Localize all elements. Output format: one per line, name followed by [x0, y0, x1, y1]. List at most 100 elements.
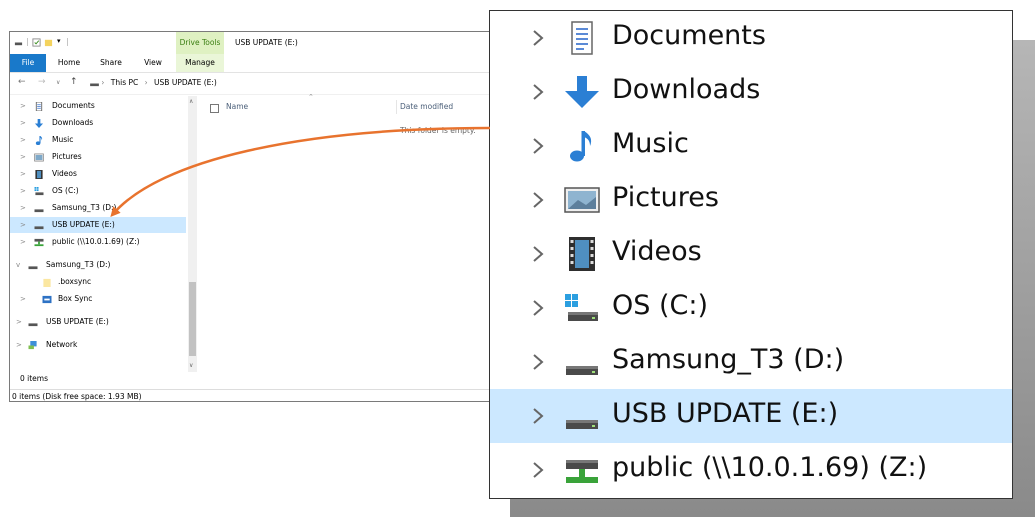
network-icon	[28, 341, 37, 350]
chevron-right-icon[interactable]	[528, 190, 548, 210]
drive-icon	[566, 420, 598, 429]
chevron-right-icon[interactable]: >	[16, 337, 22, 353]
zoom-item-os-drive[interactable]: OS (C:)	[490, 281, 1012, 335]
zoom-item-documents[interactable]: Documents	[490, 11, 1012, 65]
drive-icon	[566, 366, 598, 375]
nav-scrollbar[interactable]: ∧ ∨	[188, 96, 197, 372]
chevron-right-icon[interactable]	[528, 298, 548, 318]
chevron-right-icon[interactable]: >	[20, 132, 26, 148]
os-drive-icon	[34, 187, 44, 196]
tab-view[interactable]: View	[138, 54, 168, 72]
documents-icon	[571, 21, 593, 55]
status-item-count: 0 items	[20, 374, 49, 383]
tab-share[interactable]: Share	[96, 54, 126, 72]
nav-item-public-network-drive[interactable]: > public (\\10.0.1.69) (Z:)	[14, 234, 184, 250]
nav-item-samsung-t3[interactable]: > Samsung_T3 (D:)	[14, 200, 184, 216]
drive-icon	[28, 266, 38, 270]
recent-locations-icon[interactable]: ∨	[56, 79, 60, 86]
nav-item-pictures[interactable]: > Pictures	[14, 149, 184, 165]
customize-toolbar-icon[interactable]: ▾	[57, 37, 61, 45]
pictures-icon	[34, 153, 44, 162]
back-arrow-icon[interactable]: ←	[18, 77, 26, 87]
chevron-right-icon[interactable]: >	[20, 149, 26, 165]
scroll-down-icon[interactable]: ∨	[189, 362, 193, 369]
nav-item-documents[interactable]: > Documents	[14, 98, 184, 114]
nav-item-music[interactable]: > Music	[14, 132, 184, 148]
chevron-right-icon[interactable]	[528, 136, 548, 156]
zoom-item-usb-update[interactable]: USB UPDATE (E:)	[490, 389, 1012, 443]
videos-icon	[35, 170, 43, 179]
os-drive-icon	[565, 294, 598, 321]
zoom-item-public-network-drive[interactable]: public (\\10.0.1.69) (Z:)	[490, 443, 1012, 497]
chevron-right-icon[interactable]: >	[20, 98, 26, 114]
breadcrumb: › This PC › USB UPDATE (E:)	[90, 78, 221, 87]
documents-icon	[35, 102, 43, 111]
tab-home[interactable]: Home	[54, 54, 84, 72]
nav-item-downloads[interactable]: > Downloads	[14, 115, 184, 131]
chevron-right-icon[interactable]: >	[16, 314, 22, 330]
chevron-right-icon[interactable]	[528, 82, 548, 102]
chevron-right-icon[interactable]	[528, 28, 548, 48]
tab-file[interactable]: File	[10, 54, 46, 72]
nav-item-videos[interactable]: > Videos	[14, 166, 184, 182]
properties-icon[interactable]	[32, 38, 41, 47]
chevron-right-icon[interactable]: >	[20, 183, 26, 199]
zoom-item-downloads[interactable]: Downloads	[490, 65, 1012, 119]
breadcrumb-usb-update[interactable]: USB UPDATE (E:)	[154, 78, 217, 87]
drive-icon	[90, 83, 99, 86]
downloads-icon	[565, 76, 599, 108]
zoomed-navigation-pane: Documents Downloads Music Pictures Video…	[489, 10, 1013, 499]
music-icon	[35, 136, 43, 145]
nav-item-network[interactable]: > Network	[14, 337, 184, 353]
nav-item-box-sync[interactable]: > Box Sync	[14, 291, 184, 307]
drive-icon	[28, 323, 38, 327]
ribbon-tabs: File Home Share View Manage	[10, 54, 494, 73]
chevron-right-icon[interactable]	[528, 460, 548, 480]
chevron-right-icon[interactable]: >	[20, 217, 26, 233]
nav-item-samsung-t3-expanded[interactable]: v Samsung_T3 (D:)	[14, 257, 184, 273]
chevron-right-icon[interactable]: >	[20, 234, 26, 250]
empty-folder-message: This folder is empty.	[400, 126, 476, 135]
zoom-item-pictures[interactable]: Pictures	[490, 173, 1012, 227]
drive-tools-context-tab[interactable]: Drive Tools	[176, 32, 224, 54]
chevron-right-icon[interactable]	[528, 244, 548, 264]
new-folder-icon[interactable]	[44, 38, 53, 47]
scroll-up-icon[interactable]: ∧	[189, 98, 193, 105]
chevron-right-icon[interactable]: >	[20, 166, 26, 182]
nav-item-os-drive[interactable]: > OS (C:)	[14, 183, 184, 199]
zoom-item-videos[interactable]: Videos	[490, 227, 1012, 281]
select-all-checkbox[interactable]	[210, 104, 219, 113]
nav-item-usb-update[interactable]: > USB UPDATE (E:)	[10, 217, 186, 233]
chevron-right-icon[interactable]: >	[20, 291, 26, 307]
downloads-icon	[34, 119, 44, 128]
file-list: ⌃ Name Date modified This folder is empt…	[200, 93, 494, 372]
up-arrow-icon[interactable]: ↑	[70, 77, 78, 87]
folder-icon	[43, 278, 51, 287]
chevron-right-icon[interactable]	[528, 352, 548, 372]
network-drive-icon	[566, 460, 598, 483]
breadcrumb-this-pc[interactable]: This PC	[111, 78, 138, 87]
sort-up-icon: ⌃	[308, 93, 314, 101]
nav-item-boxsync-folder[interactable]: .boxsync	[14, 274, 184, 290]
chevron-right-icon[interactable]	[528, 406, 548, 426]
address-bar: ← → ∨ ↑ › This PC › USB UPDATE (E:)	[10, 73, 494, 93]
window-title: USB UPDATE (E:)	[235, 38, 298, 47]
chevron-down-icon[interactable]: v	[16, 257, 20, 273]
chevron-right-icon[interactable]: >	[20, 115, 26, 131]
forward-arrow-icon[interactable]: →	[38, 77, 46, 87]
zoom-item-music[interactable]: Music	[490, 119, 1012, 173]
nav-item-usb-update-root[interactable]: > USB UPDATE (E:)	[14, 314, 184, 330]
tab-manage[interactable]: Manage	[176, 54, 224, 72]
drive-icon[interactable]	[14, 38, 23, 47]
status-bar: 0 items (Disk free space: 1.93 MB)	[10, 389, 494, 401]
chevron-right-icon[interactable]: >	[20, 200, 26, 216]
scrollbar-thumb[interactable]	[189, 282, 196, 356]
music-icon	[570, 131, 592, 162]
column-header-date-modified[interactable]: Date modified	[400, 102, 453, 111]
column-header-name[interactable]: Name	[226, 102, 248, 111]
navigation-pane: > Documents > Downloads > Music > Pictures >…	[10, 96, 200, 372]
network-drive-icon	[34, 238, 44, 247]
zoom-item-samsung-t3[interactable]: Samsung_T3 (D:)	[490, 335, 1012, 389]
box-sync-icon	[42, 295, 52, 304]
explorer-window: | ▾ | Drive Tools USB UPDATE (E:) File H…	[9, 31, 495, 402]
